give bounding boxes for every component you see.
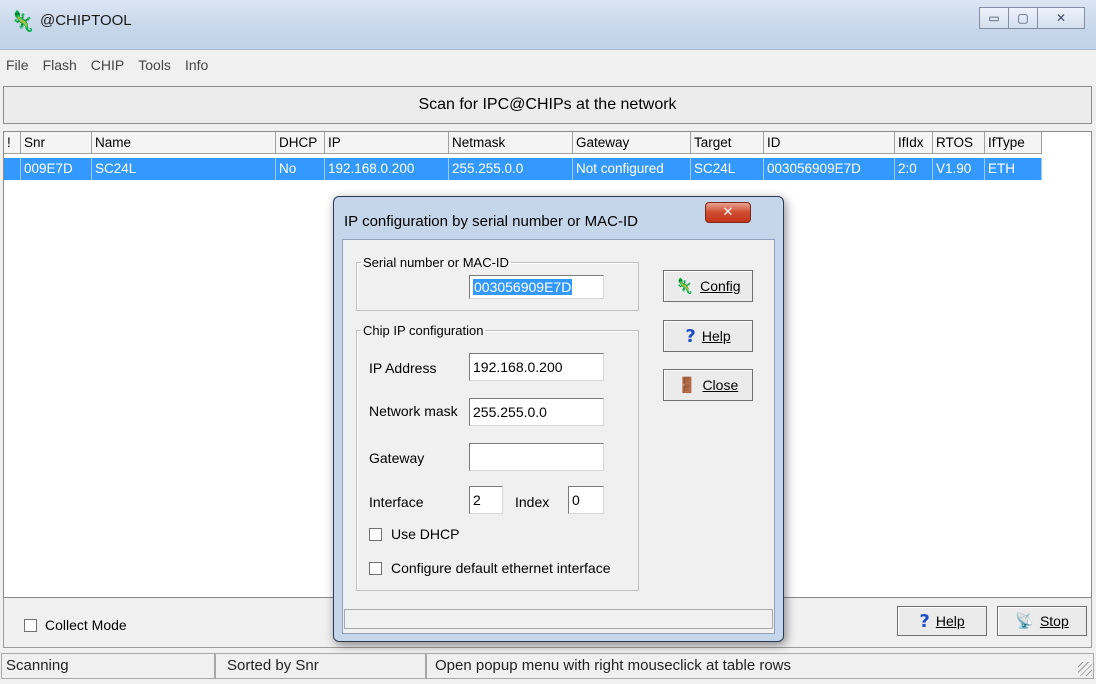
status-bar: Scanning Sorted by Snr Open popup menu w… (0, 652, 1096, 680)
table-cell: ETH (985, 158, 1042, 180)
chip-icon: 🦎 (675, 278, 695, 295)
column-header-rtos[interactable]: RTOS (933, 132, 985, 153)
default-ethernet-label: Configure default ethernet interface (391, 560, 611, 576)
status-state: Scanning (1, 653, 215, 679)
index-label: Index (515, 494, 550, 510)
table-cell: 009E7D (21, 158, 92, 180)
table-cell: SC24L (92, 158, 276, 180)
menu-info[interactable]: Info (185, 57, 208, 73)
column-header-name[interactable]: Name (92, 132, 276, 153)
column-header-iftype[interactable]: IfType (985, 132, 1042, 153)
ip-config-dialog: IP configuration by serial number or MAC… (333, 196, 784, 642)
network-mask-input[interactable]: 255.255.0.0 (469, 398, 604, 426)
collect-mode-checkbox[interactable]: Collect Mode (24, 617, 127, 633)
table-cell: 003056909E7D (764, 158, 895, 180)
menu-flash[interactable]: Flash (43, 57, 77, 73)
table-cell: 255.255.0.0 (449, 158, 573, 180)
minimize-button[interactable]: ▭ (979, 7, 1009, 29)
table-cell: 2:0 (895, 158, 933, 180)
use-dhcp-label: Use DHCP (391, 526, 460, 542)
question-icon: ? (685, 325, 696, 347)
dialog-close-button[interactable]: ✕ (705, 202, 751, 223)
column-header-id[interactable]: ID (764, 132, 895, 153)
stop-button-label: Stop (1039, 613, 1069, 629)
dialog-close-action-button[interactable]: 🚪 Close (663, 369, 753, 401)
dialog-help-button-label: Help (701, 328, 731, 344)
table-row[interactable]: 009E7D SC24L No 192.168.0.200 255.255.0.… (4, 158, 1042, 180)
menu-tools[interactable]: Tools (138, 57, 171, 73)
door-exit-icon: 🚪 (677, 377, 697, 394)
dialog-status-bar (344, 609, 773, 629)
column-header-ip[interactable]: IP (325, 132, 449, 153)
dialog-close-button-label: Close (702, 377, 739, 393)
checkbox-box (24, 619, 37, 632)
checkbox-box (369, 528, 382, 541)
column-header-gateway[interactable]: Gateway (573, 132, 691, 153)
table-cell: 192.168.0.200 (325, 158, 449, 180)
status-sort: Sorted by Snr (215, 653, 426, 679)
use-dhcp-checkbox[interactable]: Use DHCP (369, 526, 459, 542)
chiptool-window: 🦎 @CHIPTOOL ▭ ▢ ✕ File Flash CHIP Tools … (0, 0, 1096, 684)
dialog-body: Serial number or MAC-ID 003056909E7D Chi… (342, 239, 775, 634)
ip-address-label: IP Address (369, 360, 437, 376)
column-header-dhcp[interactable]: DHCP (276, 132, 325, 153)
column-header-snr[interactable]: Snr (21, 132, 92, 153)
index-input[interactable]: 0 (568, 486, 604, 514)
window-controls: ▭ ▢ ✕ (979, 7, 1085, 29)
status-hint: Open popup menu with right mouseclick at… (426, 653, 1094, 679)
close-icon: ✕ (1055, 11, 1067, 25)
table-cell: No (276, 158, 325, 180)
column-header-netmask[interactable]: Netmask (449, 132, 573, 153)
checkbox-box (369, 562, 382, 575)
scan-button-label: Scan for IPC@CHIPs at the network (418, 96, 677, 113)
table-cell: SC24L (691, 158, 764, 180)
gateway-label: Gateway (369, 450, 425, 466)
resize-grip[interactable] (1078, 662, 1092, 676)
column-header-ifidx[interactable]: IfIdx (895, 132, 933, 153)
table-cell: Not configured (573, 158, 691, 180)
column-header-target[interactable]: Target (691, 132, 764, 153)
serial-group-label: Serial number or MAC-ID (363, 255, 509, 270)
help-button[interactable]: ? Help (897, 606, 987, 636)
help-button-label: Help (935, 613, 965, 629)
chip-ip-group-label: Chip IP configuration (363, 323, 484, 338)
interface-input[interactable]: 2 (469, 486, 503, 514)
scan-button[interactable]: Scan for IPC@CHIPs at the network (3, 86, 1092, 124)
close-icon: ✕ (722, 205, 734, 220)
maximize-icon: ▢ (1017, 11, 1029, 25)
ip-address-input[interactable]: 192.168.0.200 (469, 353, 604, 381)
default-ethernet-checkbox[interactable]: Configure default ethernet interface (369, 560, 610, 576)
maximize-button[interactable]: ▢ (1008, 7, 1038, 29)
window-title: @CHIPTOOL (40, 12, 132, 29)
network-mask-label: Network mask (369, 403, 458, 419)
question-icon: ? (919, 610, 930, 632)
config-button[interactable]: 🦎 Config (663, 270, 753, 302)
chip-icon: 🦎 (10, 9, 35, 33)
satellite-dish-icon: 📡 (1015, 613, 1034, 630)
close-window-button[interactable]: ✕ (1037, 7, 1085, 29)
config-button-label: Config (700, 278, 741, 294)
title-bar[interactable]: 🦎 @CHIPTOOL ▭ ▢ ✕ (0, 0, 1096, 50)
collect-mode-label: Collect Mode (45, 617, 127, 633)
interface-label: Interface (369, 494, 424, 510)
gateway-input[interactable] (469, 443, 604, 471)
table-cell: V1.90 (933, 158, 985, 180)
menu-bar: File Flash CHIP Tools Info (0, 54, 1096, 76)
serial-value: 003056909E7D (473, 279, 573, 295)
menu-file[interactable]: File (6, 57, 29, 73)
column-header-flag[interactable]: ! (4, 132, 21, 153)
stop-button[interactable]: 📡 Stop (997, 606, 1087, 636)
minimize-icon: ▭ (988, 11, 1000, 25)
table-header: ! Snr Name DHCP IP Netmask Gateway Targe… (4, 132, 1042, 154)
dialog-title: IP configuration by serial number or MAC… (344, 213, 639, 230)
menu-chip[interactable]: CHIP (91, 57, 124, 73)
serial-input[interactable]: 003056909E7D (469, 275, 604, 299)
dialog-help-button[interactable]: ? Help (663, 320, 753, 352)
table-cell (4, 158, 21, 180)
